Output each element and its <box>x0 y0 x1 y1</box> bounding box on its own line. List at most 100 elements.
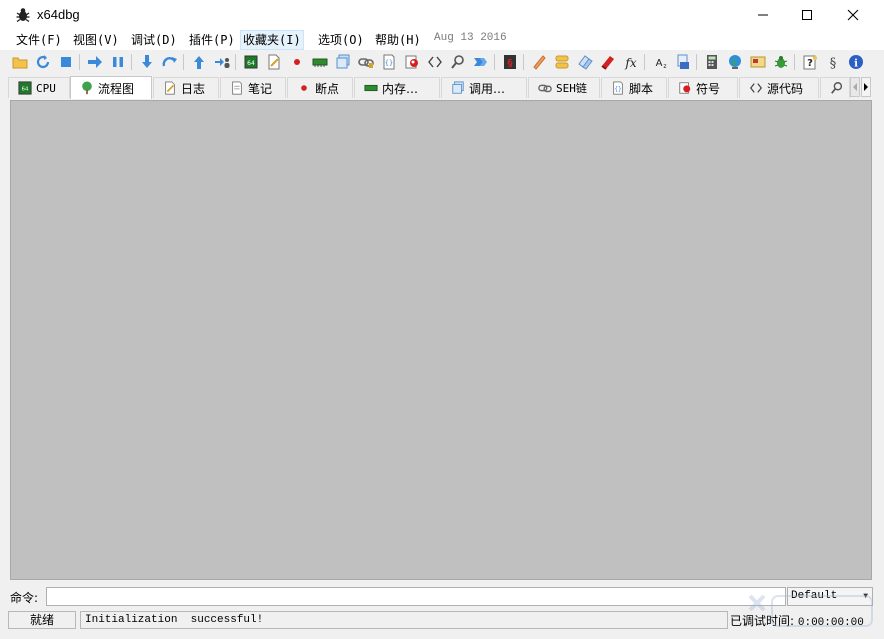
notes-icon <box>230 81 244 95</box>
tree-icon <box>80 81 94 95</box>
source-icon <box>749 81 763 95</box>
stop-button[interactable] <box>57 53 75 71</box>
functions-button[interactable] <box>599 53 617 71</box>
trace-button[interactable] <box>472 53 490 71</box>
menu-debug[interactable]: 调试(D) <box>129 31 179 49</box>
chevron-left-icon <box>853 83 857 91</box>
calculator-icon <box>707 55 717 69</box>
symbols-icon <box>678 81 692 95</box>
memory-button[interactable] <box>311 53 329 71</box>
svg-text:i: i <box>854 59 858 70</box>
seh-icon <box>538 81 552 95</box>
fx-button[interactable]: fx <box>622 53 640 71</box>
run-button[interactable] <box>86 53 104 71</box>
command-mode-select[interactable]: Default ▼ <box>787 587 873 606</box>
execute-till-return-button[interactable] <box>190 53 208 71</box>
execute-till-return-icon <box>194 56 204 69</box>
svg-text:64: 64 <box>22 87 29 93</box>
pause-button[interactable] <box>109 53 127 71</box>
seh-button[interactable] <box>357 53 375 71</box>
source-button[interactable] <box>426 53 444 71</box>
menu-options[interactable]: 选项(O) <box>316 31 366 49</box>
bug-button[interactable] <box>772 53 790 71</box>
menu-help[interactable]: 帮助(H) <box>373 31 423 49</box>
minimize-button[interactable] <box>740 0 786 30</box>
about-button[interactable]: i <box>847 53 865 71</box>
debug-time-label: 已调试时间: <box>730 614 795 628</box>
svg-text:{}: {} <box>614 86 622 93</box>
favorites-button[interactable] <box>749 53 767 71</box>
strings-icon: Az <box>656 58 667 70</box>
fx-icon: fx <box>624 56 636 70</box>
tab-breakpoints[interactable]: 断点 <box>287 77 353 98</box>
tab-script[interactable]: {} 脚本 <box>601 77 667 98</box>
debug-state: 就绪 <box>8 611 76 629</box>
svg-text:?: ? <box>807 58 813 69</box>
tab-log[interactable]: 日志 <box>153 77 219 98</box>
info-icon: i <box>849 55 863 70</box>
call-stack-icon <box>336 54 350 69</box>
globe-button[interactable] <box>726 53 744 71</box>
tab-graph[interactable]: 流程图 <box>70 76 152 99</box>
version-button[interactable]: § <box>824 53 842 71</box>
command-input[interactable] <box>46 587 786 606</box>
menu-view[interactable]: 视图(V) <box>71 31 121 49</box>
search-button[interactable] <box>449 53 467 71</box>
breakpoint-icon <box>294 59 300 65</box>
favorites-icon <box>750 56 766 68</box>
tab-symbols[interactable]: 符号 <box>668 77 738 98</box>
comments-button[interactable] <box>530 53 548 71</box>
maximize-button[interactable] <box>784 0 830 30</box>
status-bar: 就绪 Initialization successful! 已调试时间: 0:0… <box>0 611 884 639</box>
bookmarks-button[interactable] <box>576 53 594 71</box>
run-icon <box>88 56 102 68</box>
patch-button[interactable]: § <box>501 53 519 71</box>
open-icon <box>12 57 28 69</box>
restart-button[interactable] <box>34 53 52 71</box>
cpu-button[interactable]: 64 <box>242 53 260 71</box>
command-mode-value: Default <box>791 590 838 602</box>
svg-text:z: z <box>663 63 666 70</box>
call-stack-button[interactable] <box>334 53 352 71</box>
maximize-icon <box>802 10 812 20</box>
symbols-button[interactable] <box>403 53 421 71</box>
memory-icon <box>312 58 328 67</box>
step-over-button[interactable] <box>161 53 179 71</box>
cpu-icon: 64 <box>244 55 258 69</box>
menu-plugins[interactable]: 插件(P) <box>187 31 237 49</box>
tab-seh[interactable]: SEH链 <box>528 77 600 98</box>
tab-scroll-right-button[interactable] <box>861 77 871 97</box>
tab-memory[interactable]: 内存… <box>354 77 440 98</box>
breakpoint-button[interactable] <box>288 53 306 71</box>
bug-icon <box>16 8 30 23</box>
run-to-user-code-button[interactable] <box>213 53 231 71</box>
step-into-button[interactable] <box>138 53 156 71</box>
search-icon <box>451 55 464 69</box>
labels-button[interactable] <box>553 53 571 71</box>
tab-search[interactable] <box>820 77 850 98</box>
strings-button[interactable]: Az <box>651 53 669 71</box>
script-button[interactable]: {} <box>380 53 398 71</box>
menu-file[interactable]: 文件(F) <box>14 31 64 49</box>
tab-notes[interactable]: 笔记 <box>220 77 286 98</box>
menu-favorites[interactable]: 收藏夹(I) <box>240 30 304 50</box>
trace-icon <box>474 58 487 66</box>
close-button[interactable] <box>830 0 876 30</box>
help-button[interactable]: ? <box>801 53 819 71</box>
open-button[interactable] <box>11 53 29 71</box>
source-icon <box>428 56 442 68</box>
svg-text:64: 64 <box>247 60 255 67</box>
tab-scroll-left-button[interactable] <box>850 77 860 97</box>
step-over-icon <box>162 57 177 67</box>
tab-source[interactable]: 源代码 <box>739 77 819 98</box>
tab-call-stack[interactable]: 调用… <box>441 77 527 98</box>
graph-view-panel[interactable] <box>10 100 872 580</box>
module-button[interactable] <box>674 53 692 71</box>
tab-cpu[interactable]: 64 CPU <box>8 77 70 98</box>
notes-button[interactable] <box>265 53 283 71</box>
tab-strip: 64 CPU 流程图 日志 笔记 断点 内存… 调用… SEH链 {} 脚本 符… <box>8 76 884 99</box>
close-icon <box>847 9 859 21</box>
svg-text:A: A <box>656 58 663 69</box>
globe-icon <box>729 55 741 69</box>
calculator-button[interactable] <box>703 53 721 71</box>
